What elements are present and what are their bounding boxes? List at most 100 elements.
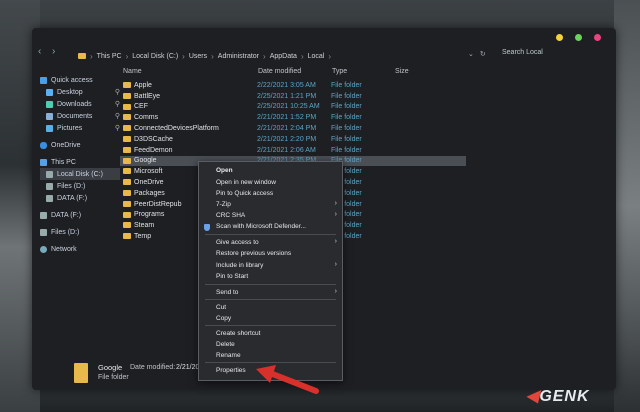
sidebar-item-network[interactable]: Network (40, 243, 120, 255)
sidebar-item-local-disk[interactable]: Local Disk (C:) (40, 168, 120, 180)
sidebar-item-label: This PC (51, 158, 76, 166)
folder-icon (123, 189, 131, 196)
file-name: Steam (134, 222, 155, 230)
chevron-right-icon: › (328, 51, 332, 61)
menu-item-pin-quick-access[interactable]: Pin to Quick access (216, 189, 273, 198)
chevron-right-icon: › (263, 51, 266, 61)
folder-icon (123, 103, 131, 110)
menu-divider (205, 362, 336, 363)
menu-item-include-library[interactable]: Include in library (216, 261, 263, 270)
breadcrumb: › This PC › Local Disk (C:) › Users › Ad… (78, 50, 331, 62)
window-controls (556, 34, 601, 41)
sidebar-item-quick-access[interactable]: Quick access (40, 74, 120, 86)
folder-icon (123, 135, 131, 142)
maximize-button[interactable] (575, 34, 582, 41)
column-size-header[interactable]: Size (395, 68, 409, 75)
file-name: OneDrive (134, 179, 164, 187)
breadcrumb-appdata[interactable]: AppData (270, 53, 297, 60)
menu-item-give-access[interactable]: Give access to (216, 238, 259, 247)
menu-item-7zip[interactable]: 7-Zip (216, 200, 231, 209)
computer-icon (40, 158, 47, 166)
file-date: 2/22/2021 3:05 AM (257, 81, 316, 89)
sidebar-item-desktop[interactable]: Desktop ⚲ (40, 86, 120, 98)
file-name: Programs (134, 211, 165, 219)
folder-icon (123, 114, 131, 121)
sidebar-item-label: Local Disk (C:) (57, 170, 103, 178)
menu-divider (205, 325, 336, 326)
file-type: File folder (331, 81, 362, 89)
file-row[interactable]: FeedDemon 2/21/2021 2:06 AM File folder (120, 145, 466, 156)
shield-icon (204, 224, 210, 231)
file-row[interactable]: BattlEye 2/25/2021 1:21 PM File folder (120, 91, 466, 102)
menu-item-pin-start[interactable]: Pin to Start (216, 272, 248, 281)
file-date: 2/21/2021 2:04 PM (257, 125, 317, 133)
breadcrumb-local-disk[interactable]: Local Disk (C:) (132, 53, 178, 60)
menu-item-copy[interactable]: Copy (216, 314, 231, 323)
menu-item-open[interactable]: Open (216, 166, 233, 175)
menu-item-create-shortcut[interactable]: Create shortcut (216, 329, 260, 338)
watermark-text: GENK (539, 388, 590, 405)
drive-icon (46, 182, 53, 190)
menu-item-cut[interactable]: Cut (216, 303, 226, 312)
menu-item-rename[interactable]: Rename (216, 351, 241, 360)
sidebar-item-label: Pictures (57, 124, 83, 132)
menu-item-restore-versions[interactable]: Restore previous versions (216, 249, 291, 258)
back-button[interactable]: ‹ (38, 47, 41, 57)
folder-icon (123, 179, 131, 186)
forward-button[interactable]: › (52, 47, 55, 57)
sidebar-item-downloads[interactable]: Downloads ⚲ (40, 98, 120, 110)
file-type: File folder (331, 103, 362, 111)
file-row[interactable]: Apple 2/22/2021 3:05 AM File folder (120, 80, 466, 91)
menu-divider (205, 234, 336, 235)
star-icon (40, 76, 47, 84)
menu-item-send-to[interactable]: Send to (216, 288, 238, 297)
chevron-down-icon[interactable]: ⌄ (468, 50, 474, 58)
chevron-right-icon: › (90, 51, 93, 61)
folder-icon (123, 222, 131, 229)
sidebar-item-pictures[interactable]: Pictures ⚲ (40, 122, 120, 134)
sidebar-item-files-d[interactable]: Files (D:) (40, 180, 120, 192)
refresh-icon[interactable]: ↻ (480, 50, 486, 58)
chevron-right-icon: › (334, 211, 337, 218)
column-type-header[interactable]: Type (332, 68, 347, 75)
minimize-button[interactable] (556, 34, 563, 41)
menu-item-crc-sha[interactable]: CRC SHA (216, 211, 245, 220)
details-type: File folder (98, 374, 129, 381)
file-type: File folder (331, 135, 362, 143)
folder-icon (123, 146, 131, 153)
column-date-header[interactable]: Date modified (258, 68, 301, 75)
address-actions: ⌄ ↻ (468, 50, 486, 58)
close-button[interactable] (594, 34, 601, 41)
file-date: 2/21/2021 2:06 AM (257, 146, 316, 154)
breadcrumb-local[interactable]: Local (308, 53, 325, 60)
sidebar-item-files-d-2[interactable]: Files (D:) (40, 226, 120, 238)
sidebar-item-onedrive[interactable]: OneDrive (40, 139, 120, 151)
file-date: 2/25/2021 10:25 AM (257, 103, 320, 111)
sidebar-item-data-f-2[interactable]: DATA (F:) (40, 209, 120, 221)
breadcrumb-users[interactable]: Users (189, 53, 207, 60)
column-name-header[interactable]: Name (123, 68, 142, 75)
sidebar-item-this-pc[interactable]: This PC (40, 156, 120, 168)
search-input[interactable]: Search Local (502, 49, 543, 56)
chevron-right-icon: › (334, 261, 337, 268)
file-row[interactable]: Comms 2/21/2021 1:52 PM File folder (120, 112, 466, 123)
file-row[interactable]: D3DSCache 2/21/2021 2:20 PM File folder (120, 134, 466, 145)
file-row[interactable]: CEF 2/25/2021 10:25 AM File folder (120, 102, 466, 113)
menu-item-properties[interactable]: Properties (216, 366, 246, 375)
folder-icon (74, 363, 88, 383)
sidebar-item-documents[interactable]: Documents ⚲ (40, 110, 120, 122)
sidebar-item-data-f[interactable]: DATA (F:) (40, 192, 120, 204)
drive-icon (46, 170, 53, 178)
folder-icon (123, 168, 131, 175)
menu-item-delete[interactable]: Delete (216, 340, 235, 349)
desktop-icon (46, 88, 53, 96)
watermark-logo-icon: ◀ (526, 388, 540, 405)
menu-item-scan-defender[interactable]: Scan with Microsoft Defender... (216, 222, 306, 231)
menu-item-open-new-window[interactable]: Open in new window (216, 178, 276, 187)
breadcrumb-this-pc[interactable]: This PC (97, 53, 122, 60)
file-name: Apple (134, 81, 152, 89)
file-row[interactable]: ConnectedDevicesPlatform 2/21/2021 2:04 P… (120, 123, 466, 134)
breadcrumb-administrator[interactable]: Administrator (218, 53, 259, 60)
download-icon (46, 100, 53, 108)
navigation-pane: Quick access Desktop ⚲ Downloads ⚲ Documen… (40, 74, 120, 255)
